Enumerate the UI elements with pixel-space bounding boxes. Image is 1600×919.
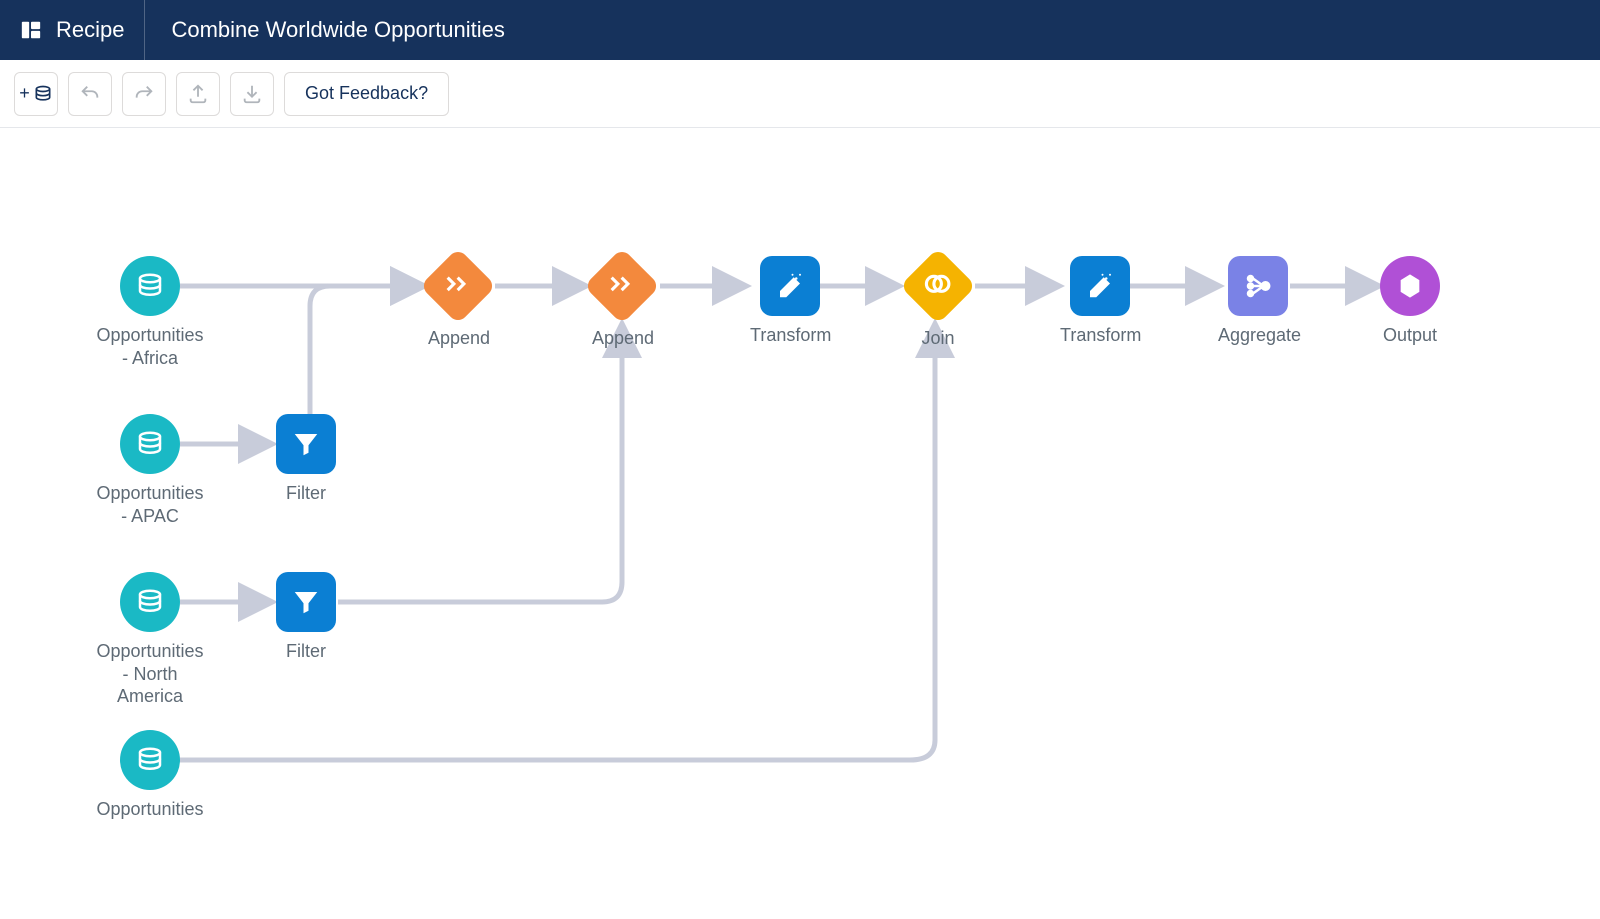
node-transform-2[interactable]: Transform bbox=[1060, 256, 1140, 347]
redo-icon bbox=[133, 83, 155, 105]
section-label: Recipe bbox=[56, 17, 124, 43]
node-label: Append bbox=[592, 327, 652, 350]
redo-button[interactable] bbox=[122, 72, 166, 116]
upload-button[interactable] bbox=[176, 72, 220, 116]
node-label: Append bbox=[428, 327, 488, 350]
feedback-button[interactable]: Got Feedback? bbox=[284, 72, 449, 116]
node-label: Opportunities- NorthAmerica bbox=[90, 640, 210, 708]
add-data-button[interactable]: + bbox=[14, 72, 58, 116]
node-label: Opportunities- Africa bbox=[90, 324, 210, 369]
node-source-na[interactable]: Opportunities- NorthAmerica bbox=[90, 572, 210, 708]
upload-icon bbox=[187, 83, 209, 105]
node-label: Join bbox=[908, 327, 968, 350]
node-append-2[interactable]: Append bbox=[592, 259, 652, 350]
download-button[interactable] bbox=[230, 72, 274, 116]
recipe-icon bbox=[20, 19, 42, 41]
node-join[interactable]: Join bbox=[908, 259, 968, 350]
node-transform-1[interactable]: Transform bbox=[750, 256, 830, 347]
flow-canvas[interactable]: Opportunities- Africa Opportunities- APA… bbox=[0, 128, 1600, 918]
node-label: Aggregate bbox=[1218, 324, 1298, 347]
toolbar: + Got Feedback? bbox=[0, 60, 1600, 128]
connectors bbox=[0, 128, 1600, 918]
node-label: Filter bbox=[276, 482, 336, 505]
top-bar-section: Recipe bbox=[0, 0, 145, 60]
node-source-opportunities[interactable]: Opportunities bbox=[90, 730, 210, 821]
node-append-1[interactable]: Append bbox=[428, 259, 488, 350]
top-bar: Recipe Combine Worldwide Opportunities bbox=[0, 0, 1600, 60]
node-label: Filter bbox=[276, 640, 336, 663]
node-label: Transform bbox=[1060, 324, 1140, 347]
node-output[interactable]: Output bbox=[1380, 256, 1440, 347]
node-label: Output bbox=[1380, 324, 1440, 347]
node-label: Transform bbox=[750, 324, 830, 347]
node-label: Opportunities bbox=[90, 798, 210, 821]
page-title: Combine Worldwide Opportunities bbox=[145, 17, 504, 43]
download-icon bbox=[241, 83, 263, 105]
node-label: Opportunities- APAC bbox=[90, 482, 210, 527]
add-icon: + bbox=[19, 83, 53, 104]
node-filter-2[interactable]: Filter bbox=[276, 572, 336, 663]
node-filter-1[interactable]: Filter bbox=[276, 414, 336, 505]
undo-button[interactable] bbox=[68, 72, 112, 116]
node-source-africa[interactable]: Opportunities- Africa bbox=[90, 256, 210, 369]
undo-icon bbox=[79, 83, 101, 105]
node-aggregate[interactable]: Aggregate bbox=[1218, 256, 1298, 347]
node-source-apac[interactable]: Opportunities- APAC bbox=[90, 414, 210, 527]
